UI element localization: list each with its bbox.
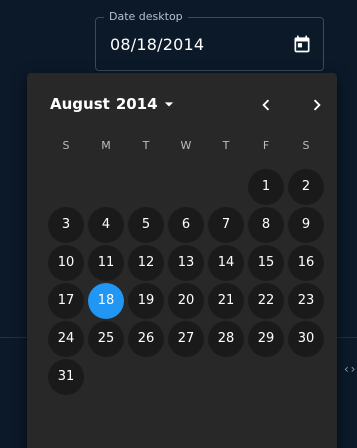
day-cell: 30 — [286, 320, 326, 358]
day-button[interactable]: 8 — [248, 207, 284, 243]
day-cell: 5 — [126, 206, 166, 244]
date-desktop-field[interactable]: Date desktop 08/18/2014 — [95, 10, 324, 71]
day-cell: 25 — [86, 320, 126, 358]
day-button[interactable]: 19 — [128, 283, 164, 319]
day-cell: 13 — [166, 244, 206, 282]
day-grid: 1 2 3 4 5 6 7 8 9 10 11 12 13 14 15 16 17 18 19 20 21 22 23 24 2… — [46, 168, 326, 396]
day-button[interactable]: 1 — [248, 169, 284, 205]
month-year-label[interactable]: August 2014 — [50, 94, 158, 114]
day-cell: 4 — [86, 206, 126, 244]
day-cell: 15 — [246, 244, 286, 282]
day-cell: 12 — [126, 244, 166, 282]
date-picker-popup: August 2014 SMTWTFS 1 2 3 4 5 6 7 8 9 10 11 12 13 14 1… — [27, 73, 337, 448]
day-cell: 28 — [206, 320, 246, 358]
year-view-toggle-button[interactable] — [158, 93, 180, 115]
empty-day-cell — [206, 168, 246, 206]
day-button[interactable]: 11 — [88, 245, 124, 281]
day-button[interactable]: 25 — [88, 321, 124, 357]
weekday-label: F — [262, 139, 270, 152]
day-button[interactable]: 17 — [48, 283, 84, 319]
day-cell: 23 — [286, 282, 326, 320]
weekday-label: S — [302, 139, 310, 152]
day-cell: 8 — [246, 206, 286, 244]
empty-day-cell — [126, 168, 166, 206]
day-button[interactable]: 24 — [48, 321, 84, 357]
day-button[interactable]: 14 — [208, 245, 244, 281]
day-button[interactable]: 9 — [288, 207, 324, 243]
date-field-value[interactable]: 08/18/2014 — [110, 35, 204, 55]
page: ‹ › Date desktop 08/18/2014 August 2014 — [0, 0, 357, 448]
weekday-label: W — [180, 139, 192, 152]
day-button[interactable]: 10 — [48, 245, 84, 281]
weekday-label: M — [101, 139, 111, 152]
selected-day-button[interactable]: 18 — [88, 283, 124, 319]
chevron-right-icon — [313, 99, 321, 111]
day-cell: 22 — [246, 282, 286, 320]
background-chevrons[interactable]: ‹ › — [344, 362, 355, 376]
day-cell: 31 — [46, 358, 86, 396]
date-field-label: Date desktop — [104, 10, 188, 24]
day-cell: 6 — [166, 206, 206, 244]
empty-day-cell — [166, 168, 206, 206]
next-month-button[interactable] — [303, 91, 331, 119]
calendar-icon — [294, 35, 310, 53]
day-button[interactable]: 30 — [288, 321, 324, 357]
weekday-label: S — [62, 139, 70, 152]
day-button[interactable]: 20 — [168, 283, 204, 319]
day-button[interactable]: 29 — [248, 321, 284, 357]
open-calendar-button[interactable] — [287, 29, 317, 59]
month-name: August — [50, 95, 110, 113]
day-cell: 7 — [206, 206, 246, 244]
day-cell: 21 — [206, 282, 246, 320]
day-button[interactable]: 15 — [248, 245, 284, 281]
day-button[interactable]: 22 — [248, 283, 284, 319]
day-button[interactable]: 12 — [128, 245, 164, 281]
day-button[interactable]: 4 — [88, 207, 124, 243]
arrow-drop-down-icon — [164, 102, 174, 107]
day-cell: 9 — [286, 206, 326, 244]
day-cell: 19 — [126, 282, 166, 320]
day-button[interactable]: 5 — [128, 207, 164, 243]
weekday-label: T — [142, 139, 150, 152]
weekday-label: T — [222, 139, 230, 152]
day-cell: 27 — [166, 320, 206, 358]
day-button[interactable]: 7 — [208, 207, 244, 243]
year-name: 2014 — [115, 95, 158, 113]
day-cell: 16 — [286, 244, 326, 282]
previous-month-button[interactable] — [252, 91, 280, 119]
day-cell: 24 — [46, 320, 86, 358]
day-cell: 11 — [86, 244, 126, 282]
chevron-left-icon — [262, 99, 270, 111]
day-button[interactable]: 13 — [168, 245, 204, 281]
day-cell: 18 — [86, 282, 126, 320]
day-cell: 26 — [126, 320, 166, 358]
day-button[interactable]: 26 — [128, 321, 164, 357]
day-button[interactable]: 2 — [288, 169, 324, 205]
day-cell: 2 — [286, 168, 326, 206]
empty-day-cell — [46, 168, 86, 206]
calendar-header: August 2014 — [27, 73, 337, 133]
day-button[interactable]: 27 — [168, 321, 204, 357]
empty-day-cell — [86, 168, 126, 206]
day-cell: 17 — [46, 282, 86, 320]
day-button[interactable]: 31 — [48, 359, 84, 395]
day-button[interactable]: 16 — [288, 245, 324, 281]
day-cell: 14 — [206, 244, 246, 282]
weekday-header-row: SMTWTFS — [46, 138, 326, 154]
day-cell: 1 — [246, 168, 286, 206]
day-cell: 3 — [46, 206, 86, 244]
day-button[interactable]: 3 — [48, 207, 84, 243]
day-cell: 29 — [246, 320, 286, 358]
day-button[interactable]: 28 — [208, 321, 244, 357]
day-button[interactable]: 23 — [288, 283, 324, 319]
day-cell: 20 — [166, 282, 206, 320]
day-button[interactable]: 6 — [168, 207, 204, 243]
day-button[interactable]: 21 — [208, 283, 244, 319]
day-cell: 10 — [46, 244, 86, 282]
